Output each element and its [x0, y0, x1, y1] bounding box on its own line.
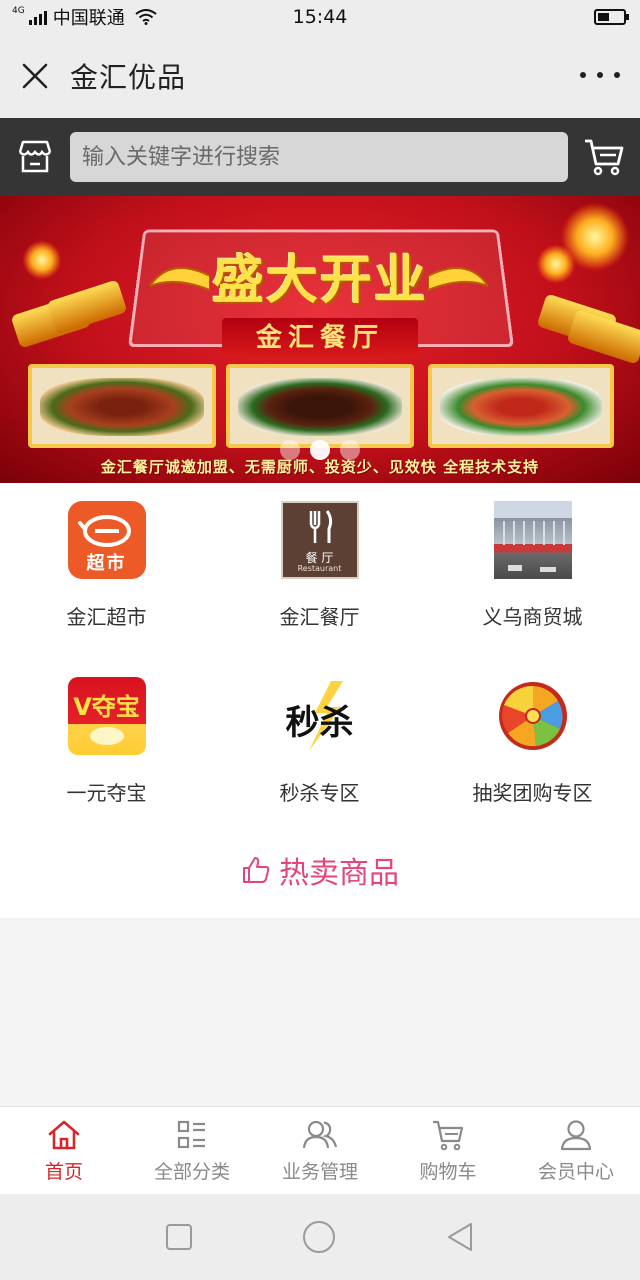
firework-decoration	[22, 240, 62, 280]
category-label: 金汇超市	[66, 605, 147, 629]
more-icon-dot	[597, 72, 603, 78]
home-icon	[48, 1120, 80, 1150]
users-icon	[302, 1120, 338, 1149]
drum-decoration	[566, 309, 640, 365]
close-icon	[22, 63, 48, 89]
treasure-icon: V夺宝	[67, 677, 146, 755]
banner-subtitle: 金汇餐厅	[222, 318, 418, 358]
page-title: 金汇优品	[70, 61, 187, 94]
market-building-icon	[493, 501, 572, 579]
lottery-wheel-icon	[493, 677, 572, 755]
title-bar: 金汇优品	[0, 34, 640, 118]
carrier-name: 中国联通	[52, 8, 125, 29]
shop-icon	[18, 140, 52, 173]
category-supermarket[interactable]: 超市 金汇超市	[0, 483, 213, 643]
more-icon-dot	[614, 72, 620, 78]
more-icon-dot	[580, 72, 586, 78]
nav-all-categories[interactable]: 全部分类	[128, 1107, 256, 1194]
shop-button[interactable]	[0, 118, 70, 196]
supermarket-icon: 超市	[67, 501, 146, 579]
category-grid: 超市 金汇超市 餐 厅 Restaurant 金汇餐厅 义乌商贸城 V夺宝 一元…	[0, 483, 640, 918]
user-icon	[560, 1120, 592, 1151]
close-button[interactable]	[0, 34, 70, 118]
category-lottery-group-buy[interactable]: 抽奖团购专区	[426, 659, 639, 819]
system-nav-bar	[0, 1194, 640, 1280]
status-left: 4G 中国联通	[12, 4, 157, 30]
supermarket-icon-text: 超市	[86, 553, 127, 574]
building-windows	[502, 521, 565, 572]
banner-headline: 盛大开业	[211, 250, 428, 311]
nav-label: 首页	[44, 1161, 83, 1183]
nav-label: 业务管理	[281, 1161, 358, 1183]
category-label: 抽奖团购专区	[472, 781, 593, 805]
more-button[interactable]	[580, 60, 620, 90]
category-label: 义乌商贸城	[482, 605, 583, 629]
search-bar	[0, 118, 640, 196]
restaurant-icon-subtext: Restaurant	[297, 564, 342, 573]
hot-products-header: 热卖商品	[0, 848, 640, 892]
category-restaurant[interactable]: 餐 厅 Restaurant 金汇餐厅	[213, 483, 426, 643]
category-flash-sale[interactable]: 秒杀 秒杀专区	[213, 659, 426, 819]
thumbs-up-icon	[243, 857, 270, 883]
wifi-icon	[135, 9, 157, 25]
cart-button[interactable]	[568, 118, 640, 196]
category-label: 秒杀专区	[279, 781, 360, 805]
status-bar: 4G 中国联通 15:44	[0, 0, 640, 34]
category-label: 金汇餐厅	[279, 605, 360, 629]
category-market-city[interactable]: 义乌商贸城	[426, 483, 639, 643]
wheel-graphic	[498, 682, 567, 750]
home-button-icon[interactable]	[302, 1220, 336, 1254]
nav-business-management[interactable]: 业务管理	[256, 1107, 384, 1194]
food-photo-pork	[28, 364, 216, 448]
nav-home[interactable]: 首页	[0, 1107, 128, 1194]
bottom-nav: 首页 全部分类 业务管理 购物车 会员中心	[0, 1106, 640, 1194]
flash-sale-icon: 秒杀	[280, 677, 359, 755]
food-photo-beef	[226, 364, 414, 448]
nav-label: 全部分类	[153, 1161, 230, 1183]
firework-decoration	[536, 244, 576, 284]
nav-member-center[interactable]: 会员中心	[512, 1107, 640, 1194]
restaurant-icon: 餐 厅 Restaurant	[280, 501, 359, 579]
back-icon[interactable]	[445, 1221, 475, 1253]
nav-label: 会员中心	[537, 1161, 614, 1183]
recent-apps-icon[interactable]	[165, 1223, 193, 1251]
signal-icon	[28, 9, 47, 25]
network-type: 4G	[12, 6, 25, 16]
treasure-icon-text: V夺宝	[73, 693, 140, 721]
hot-products-title: 热卖商品	[279, 856, 399, 891]
flash-sale-icon-text: 秒杀	[285, 703, 354, 743]
nav-label: 购物车	[419, 1161, 477, 1183]
category-one-yuan-treasure[interactable]: V夺宝 一元夺宝	[0, 659, 213, 819]
promo-banner[interactable]: 盛大开业 金汇餐厅 金汇餐厅诚邀加盟、无需厨师、投资少、见效快 全程技术支持	[0, 196, 640, 483]
search-input[interactable]	[70, 132, 568, 182]
cart-icon	[585, 139, 624, 176]
battery-level	[598, 13, 609, 21]
nav-shopping-cart[interactable]: 购物车	[384, 1107, 512, 1194]
banner-slogan: 金汇餐厅诚邀加盟、无需厨师、投资少、见效快 全程技术支持	[100, 458, 540, 476]
category-label: 一元夺宝	[66, 781, 147, 805]
category-list-icon	[177, 1120, 205, 1149]
battery-icon	[594, 9, 629, 25]
food-photo-fish	[428, 364, 614, 448]
cart-icon	[433, 1120, 464, 1151]
gold-ingot-graphic	[89, 727, 124, 745]
